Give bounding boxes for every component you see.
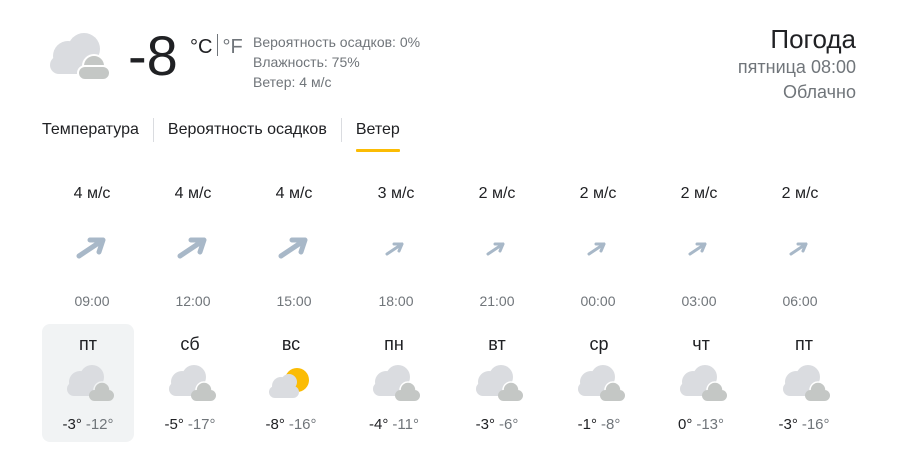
wind-speed-label: 2 м/с xyxy=(478,185,516,202)
wind-arrow-icon xyxy=(587,242,606,256)
day-card[interactable]: вс -8° -16° xyxy=(245,324,337,442)
tab-wind[interactable]: Ветер xyxy=(342,112,414,152)
current-temperature: -8 xyxy=(128,24,178,87)
day-temperatures: -1° -8° xyxy=(553,416,645,433)
wind-speed: Ветер: 4 м/с xyxy=(253,74,332,90)
day-card[interactable]: пт -3° -12° xyxy=(42,324,134,442)
day-temperatures: 0° -13° xyxy=(655,416,747,433)
day-name: сб xyxy=(180,334,200,354)
wind-speed-label: 3 м/с xyxy=(377,185,415,202)
tab-precipitation[interactable]: Вероятность осадков xyxy=(154,112,341,152)
low-temp: -17° xyxy=(187,416,216,433)
wind-speed-label: 2 м/с xyxy=(579,185,617,202)
forecast-time-label: 03:00 xyxy=(681,293,717,309)
wind-speed-label: 4 м/с xyxy=(73,185,111,202)
day-name: пн xyxy=(384,334,404,354)
forecast-time-label: 12:00 xyxy=(175,293,211,309)
day-card[interactable]: чт 0° -13° xyxy=(655,324,747,442)
forecast-time-label: 21:00 xyxy=(479,293,515,309)
wind-speed-label: 4 м/с xyxy=(275,185,313,202)
day-temperatures: -5° -17° xyxy=(144,416,236,433)
day-name: пт xyxy=(79,334,97,354)
day-card[interactable]: пн -4° -11° xyxy=(348,324,440,442)
day-card[interactable]: сб -5° -17° xyxy=(144,324,236,442)
day-name: пт xyxy=(795,334,813,354)
high-temp: 0° xyxy=(677,416,693,433)
high-temp: -3° xyxy=(62,416,82,433)
forecast-tabs: Температура Вероятность осадков Ветер xyxy=(28,112,414,154)
cloudy-icon xyxy=(67,365,114,401)
day-name: ср xyxy=(589,334,609,354)
cloudy-icon xyxy=(373,365,420,401)
high-temp: -5° xyxy=(164,416,184,433)
low-temp: -16° xyxy=(801,416,830,433)
wind-arrow-icon xyxy=(278,237,308,259)
wind-arrow-icon xyxy=(688,242,707,256)
cloudy-icon xyxy=(44,30,114,82)
fahrenheit-toggle[interactable]: °F xyxy=(222,36,242,58)
current-details: Вероятность осадков: 0% Влажность: 75% В… xyxy=(253,32,420,92)
forecast-time-label: 09:00 xyxy=(74,293,110,309)
high-temp: -8° xyxy=(265,416,285,433)
wind-arrow-icon xyxy=(789,242,808,256)
tab-temperature[interactable]: Температура xyxy=(28,112,153,152)
low-temp: -12° xyxy=(85,416,114,433)
forecast-time-label: 15:00 xyxy=(276,293,312,309)
low-temp: -16° xyxy=(288,416,317,433)
humidity: Влажность: 75% xyxy=(253,54,360,70)
cloudy-icon xyxy=(476,365,523,401)
day-card[interactable]: пт -3° -16° xyxy=(758,324,850,442)
current-condition: Облачно xyxy=(783,82,856,102)
cloudy-icon xyxy=(680,365,727,401)
low-temp: -6° xyxy=(499,416,519,433)
partly-sunny-icon xyxy=(269,368,309,398)
high-temp: -3° xyxy=(778,416,798,433)
unit-divider xyxy=(217,34,219,56)
unit-switcher: °C °F xyxy=(190,34,243,59)
day-temperatures: -3° -12° xyxy=(42,416,134,433)
low-temp: -11° xyxy=(392,416,419,433)
low-temp: -8° xyxy=(601,416,621,433)
day-name: вс xyxy=(281,334,301,354)
weather-header: Погода пятница 08:00 Облачно xyxy=(738,23,856,105)
forecast-time-label: 00:00 xyxy=(580,293,616,309)
forecast-time-label: 18:00 xyxy=(378,293,414,309)
day-card[interactable]: ср -1° -8° xyxy=(553,324,645,442)
high-temp: -4° xyxy=(369,416,389,433)
day-temperatures: -4° -11° xyxy=(348,416,440,433)
day-temperatures: -3° -6° xyxy=(451,416,543,433)
wind-arrow-icon xyxy=(177,237,207,259)
wind-speed-label: 2 м/с xyxy=(680,185,718,202)
day-name: чт xyxy=(692,334,710,354)
wind-arrow-icon xyxy=(385,242,404,256)
day-card[interactable]: вт -3° -6° xyxy=(451,324,543,442)
cloudy-icon xyxy=(578,365,625,401)
high-temp: -1° xyxy=(577,416,597,433)
day-temperatures: -3° -16° xyxy=(758,416,850,433)
forecast-time-label: 06:00 xyxy=(782,293,818,309)
page-title: Погода xyxy=(770,24,856,54)
wind-arrow-icon xyxy=(76,237,106,259)
low-temp: -13° xyxy=(696,416,725,433)
wind-speed-label: 4 м/с xyxy=(174,185,212,202)
high-temp: -3° xyxy=(475,416,495,433)
wind-speed-label: 2 м/с xyxy=(781,185,819,202)
cloudy-icon xyxy=(783,365,830,401)
celsius-toggle[interactable]: °C xyxy=(190,36,212,58)
precipitation-chance: Вероятность осадков: 0% xyxy=(253,34,421,50)
day-name: вт xyxy=(488,334,506,354)
cloudy-icon xyxy=(169,365,216,401)
day-temperatures: -8° -16° xyxy=(245,416,337,433)
current-datetime: пятница 08:00 xyxy=(737,57,856,77)
wind-arrow-icon xyxy=(486,242,505,256)
